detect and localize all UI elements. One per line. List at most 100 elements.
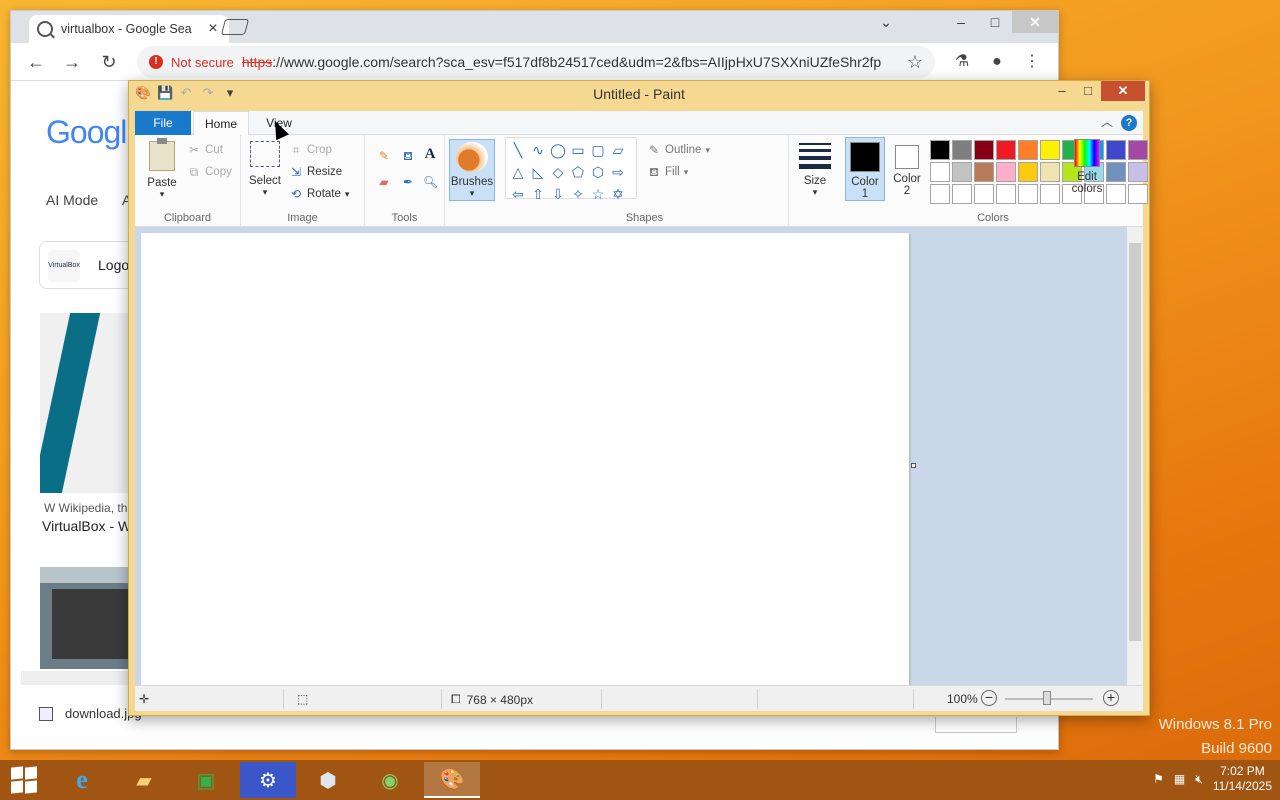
curve-shape-icon[interactable]: ∿: [528, 140, 548, 160]
virtualbox-logo-image-result[interactable]: [40, 313, 140, 493]
new-tab-button[interactable]: [220, 19, 250, 35]
five-point-star-shape-icon[interactable]: ☆: [588, 184, 608, 204]
magnifier-icon[interactable]: 🔍︎: [423, 175, 438, 189]
crop-button[interactable]: ⌗ Crop: [289, 143, 332, 157]
not-secure-label[interactable]: Not secure: [171, 55, 234, 70]
diamond-shape-icon[interactable]: ◇: [548, 162, 568, 182]
horizontal-scrollbar[interactable]: [21, 671, 141, 685]
collapse-ribbon-icon[interactable]: ︿: [1101, 113, 1113, 130]
color2-button[interactable]: Color 2: [887, 137, 927, 201]
pentagon-shape-icon[interactable]: ⬠: [568, 162, 588, 182]
url-text[interactable]: https://www.google.com/search?sca_esv=f5…: [242, 54, 882, 70]
download-item[interactable]: download.jpg: [39, 706, 142, 721]
address-bar[interactable]: ! Not secure https://www.google.com/sear…: [137, 46, 935, 78]
line-shape-icon[interactable]: ╲: [508, 140, 528, 160]
ai-mode-tab[interactable]: AI Mode: [46, 192, 98, 208]
polygon-shape-icon[interactable]: ▱: [608, 140, 628, 160]
drawing-canvas[interactable]: [141, 233, 909, 691]
paste-button[interactable]: Paste ▾: [141, 138, 183, 200]
palette-swatch[interactable]: [930, 162, 950, 182]
palette-swatch[interactable]: [930, 140, 950, 160]
color1-button[interactable]: Color 1: [845, 137, 885, 201]
customize-qat-icon[interactable]: ▾: [223, 86, 237, 100]
palette-swatch[interactable]: [974, 140, 994, 160]
virtualbox-app-icon[interactable]: ⬢: [300, 762, 356, 798]
copy-button[interactable]: ⧉ Copy: [187, 165, 232, 179]
palette-swatch[interactable]: [1128, 162, 1148, 182]
tab-home[interactable]: Home: [193, 111, 249, 136]
palette-swatch[interactable]: [1128, 140, 1148, 160]
brushes-button[interactable]: Brushes ▾: [449, 139, 495, 201]
paint-app-icon[interactable]: 🎨: [135, 86, 151, 100]
palette-swatch[interactable]: [1040, 162, 1060, 182]
left-arrow-shape-icon[interactable]: ⇦: [508, 184, 528, 204]
paint-title-bar[interactable]: Untitled - Paint 🎨 💾 ↶ ↷ ▾ – □ ✕: [129, 81, 1149, 109]
four-point-star-shape-icon[interactable]: ✧: [568, 184, 588, 204]
right-triangle-shape-icon[interactable]: ◺: [528, 162, 548, 182]
zoom-out-icon[interactable]: −: [981, 690, 997, 706]
settings-app-icon[interactable]: ⚙: [240, 762, 296, 798]
google-logo[interactable]: Googl: [46, 114, 127, 151]
tab-close-icon[interactable]: ×: [205, 21, 221, 37]
result-title[interactable]: VirtualBox - W: [42, 518, 131, 534]
resize-button[interactable]: ⇲ Resize: [289, 165, 342, 179]
rotate-button[interactable]: ⟲ Rotate ▾: [289, 187, 349, 201]
hexagon-shape-icon[interactable]: ⬡: [588, 162, 608, 182]
forward-arrow-icon[interactable]: →: [61, 51, 83, 73]
palette-swatch[interactable]: [974, 162, 994, 182]
bookmark-star-icon[interactable]: ☆: [907, 52, 923, 73]
right-arrow-shape-icon[interactable]: ⇨: [608, 162, 628, 182]
chrome-minimize-button[interactable]: –: [944, 11, 978, 33]
palette-swatch[interactable]: [1040, 140, 1060, 160]
select-button[interactable]: Select ▾: [247, 141, 283, 198]
zoom-in-icon[interactable]: +: [1103, 690, 1119, 706]
labs-flask-icon[interactable]: ⚗: [951, 51, 973, 73]
profile-avatar-icon[interactable]: ●: [986, 51, 1008, 73]
help-icon[interactable]: ?: [1121, 115, 1137, 131]
text-tool-icon[interactable]: A: [423, 147, 437, 162]
palette-swatch[interactable]: [952, 162, 972, 182]
paint-close-button[interactable]: ✕: [1101, 81, 1145, 101]
chrome-menu-icon[interactable]: ⋮: [1021, 51, 1043, 73]
palette-swatch[interactable]: [952, 184, 972, 204]
back-arrow-icon[interactable]: ←: [25, 51, 47, 73]
palette-swatch[interactable]: [1040, 184, 1060, 204]
chrome-app-icon[interactable]: ◉: [362, 762, 418, 798]
volume-muted-icon[interactable]: 🔇︎: [1195, 772, 1203, 787]
paint-maximize-button[interactable]: □: [1075, 81, 1101, 101]
chrome-close-button[interactable]: ✕: [1012, 11, 1058, 33]
fill-button[interactable]: ⛾ Fill ▾: [647, 165, 688, 179]
palette-swatch[interactable]: [952, 140, 972, 160]
network-icon[interactable]: ▦: [1174, 772, 1185, 786]
eraser-icon[interactable]: ▰: [377, 175, 391, 189]
palette-swatch[interactable]: [1018, 140, 1038, 160]
store-icon[interactable]: ▣: [178, 762, 234, 798]
color-picker-icon[interactable]: ✒: [401, 175, 415, 189]
tab-search-button[interactable]: ⌄: [874, 11, 898, 33]
internet-explorer-icon[interactable]: e: [54, 762, 110, 798]
vertical-scrollbar-thumb[interactable]: [1129, 243, 1141, 641]
palette-swatch[interactable]: [974, 184, 994, 204]
start-button[interactable]: [4, 762, 44, 798]
edit-colors-button[interactable]: Edit colors: [1067, 139, 1107, 195]
palette-swatch[interactable]: [1018, 162, 1038, 182]
chrome-tab[interactable]: virtualbox - Google Sea ×: [29, 15, 229, 43]
clock[interactable]: 7:02 PM 11/14/2025: [1213, 764, 1272, 794]
fill-bucket-icon[interactable]: ⛾: [401, 149, 415, 163]
palette-swatch[interactable]: [1128, 184, 1148, 204]
size-button[interactable]: Size ▾: [795, 139, 835, 198]
canvas-resize-handle[interactable]: [911, 463, 916, 468]
triangle-shape-icon[interactable]: △: [508, 162, 528, 182]
palette-swatch[interactable]: [1018, 184, 1038, 204]
palette-swatch[interactable]: [1106, 162, 1126, 182]
reload-icon[interactable]: ↻: [98, 51, 120, 73]
tab-file[interactable]: File: [135, 111, 191, 135]
palette-swatch[interactable]: [996, 140, 1016, 160]
paint-minimize-button[interactable]: –: [1049, 81, 1075, 101]
wikipedia-source[interactable]: W Wikipedia, th: [44, 501, 127, 515]
chrome-maximize-button[interactable]: □: [978, 11, 1012, 33]
action-center-flag-icon[interactable]: ⚑: [1153, 772, 1164, 786]
rectangle-shape-icon[interactable]: ▭: [568, 140, 588, 160]
palette-swatch[interactable]: [996, 184, 1016, 204]
zoom-slider-thumb[interactable]: [1043, 691, 1051, 705]
